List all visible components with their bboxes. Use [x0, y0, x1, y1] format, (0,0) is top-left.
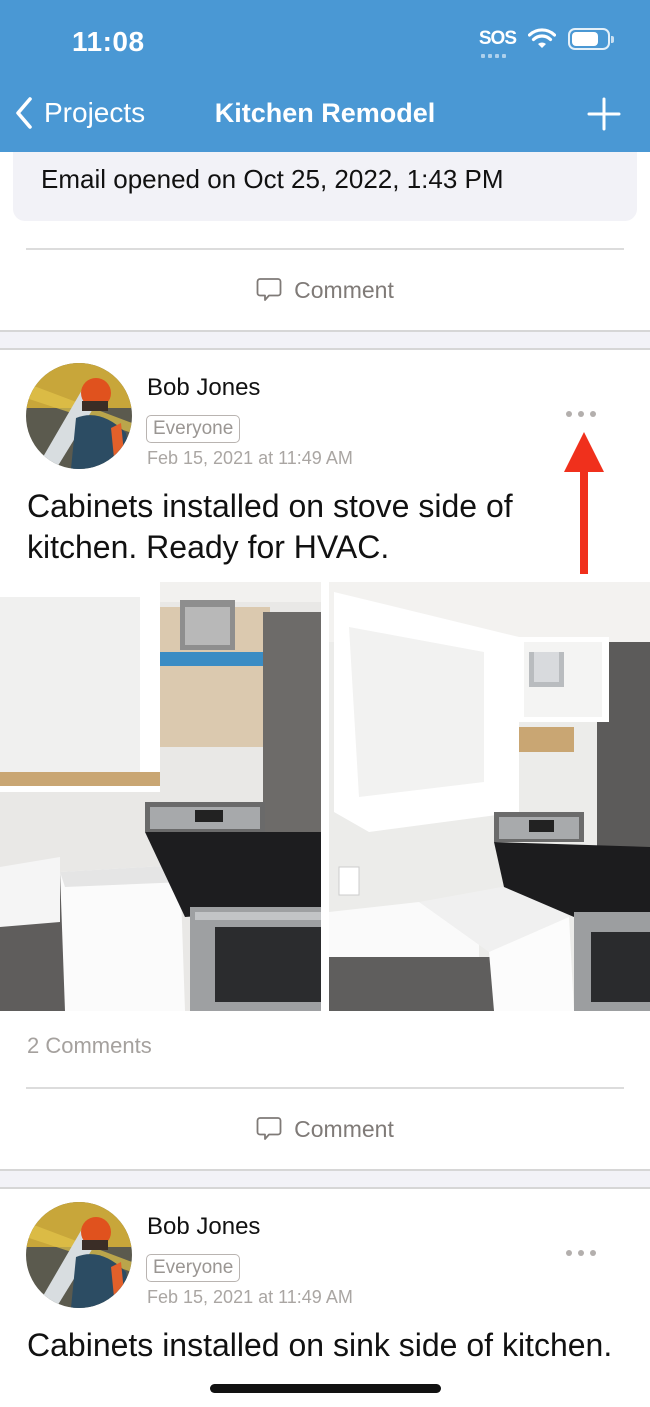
activity-feed: Email opened on Oct 25, 2022, 1:43 PM Co…	[0, 152, 650, 1366]
audience-badge: Everyone	[146, 415, 241, 443]
avatar-image	[26, 363, 132, 469]
dot	[566, 1250, 572, 1256]
avatar[interactable]	[26, 363, 132, 469]
dot	[590, 1250, 596, 1256]
comments-count-link[interactable]: 2 Comments	[0, 1011, 650, 1087]
comment-button[interactable]: Comment	[0, 250, 650, 330]
dot	[578, 1250, 584, 1256]
comment-label: Comment	[294, 1115, 394, 1142]
post-timestamp: Feb 15, 2021 at 11:49 AM	[147, 448, 353, 468]
post-card: Bob Jones Everyone Feb 15, 2021 at 11:49…	[0, 350, 650, 1169]
post-timestamp: Feb 15, 2021 at 11:49 AM	[147, 1287, 353, 1307]
comment-icon	[256, 278, 282, 301]
status-time: 11:08	[72, 26, 145, 57]
post-header: Bob Jones Everyone Feb 15, 2021 at 11:49…	[0, 1189, 650, 1309]
photo-stove-side	[0, 582, 321, 1011]
post-card: Bob Jones Everyone Feb 15, 2021 at 11:49…	[0, 1189, 650, 1366]
section-separator	[0, 1169, 650, 1189]
post-author[interactable]: Bob Jones	[147, 1213, 260, 1241]
post-text: Cabinets installed on stove side of kitc…	[27, 488, 513, 565]
dot	[578, 411, 584, 417]
back-label: Projects	[44, 97, 146, 128]
comment-button[interactable]: Comment	[0, 1089, 650, 1169]
photo-vent-side	[329, 582, 650, 1011]
carrier-label: SOS	[478, 28, 517, 49]
battery-icon	[568, 28, 614, 50]
more-options-button[interactable]	[566, 411, 598, 421]
post-header: Bob Jones Everyone Feb 15, 2021 at 11:49…	[0, 350, 650, 470]
plus-icon[interactable]	[586, 96, 622, 132]
post-photos	[0, 582, 650, 1011]
post-photo[interactable]	[0, 582, 321, 1011]
chevron-left-icon	[16, 97, 32, 129]
wifi-icon	[528, 28, 556, 48]
back-button[interactable]: Projects	[14, 96, 145, 130]
battery-fill	[572, 32, 598, 46]
signal-dots	[480, 54, 506, 58]
sos-indicator: SOS	[478, 28, 517, 58]
post-text: Cabinets installed on sink side of kitch…	[27, 1327, 613, 1363]
more-options-button[interactable]	[566, 1250, 598, 1260]
email-status-text: Email opened on Oct 25, 2022, 1:43 PM	[41, 164, 504, 194]
comment-label: Comment	[294, 276, 394, 303]
page-title-text: Kitchen Remodel	[214, 98, 436, 128]
app-header: 11:08 SOS Projects Kitchen Remodel	[0, 0, 650, 152]
avatar-image	[26, 1202, 132, 1308]
dot	[590, 411, 596, 417]
email-status-card: Email opened on Oct 25, 2022, 1:43 PM	[13, 152, 637, 221]
post-photo[interactable]	[329, 582, 650, 1011]
home-indicator[interactable]	[210, 1384, 441, 1393]
dot	[566, 411, 572, 417]
comment-icon	[256, 1117, 282, 1140]
section-separator	[0, 330, 650, 350]
status-icons: SOS	[478, 28, 614, 58]
audience-badge: Everyone	[146, 1254, 241, 1282]
post-author[interactable]: Bob Jones	[147, 374, 260, 402]
avatar[interactable]	[26, 1202, 132, 1308]
